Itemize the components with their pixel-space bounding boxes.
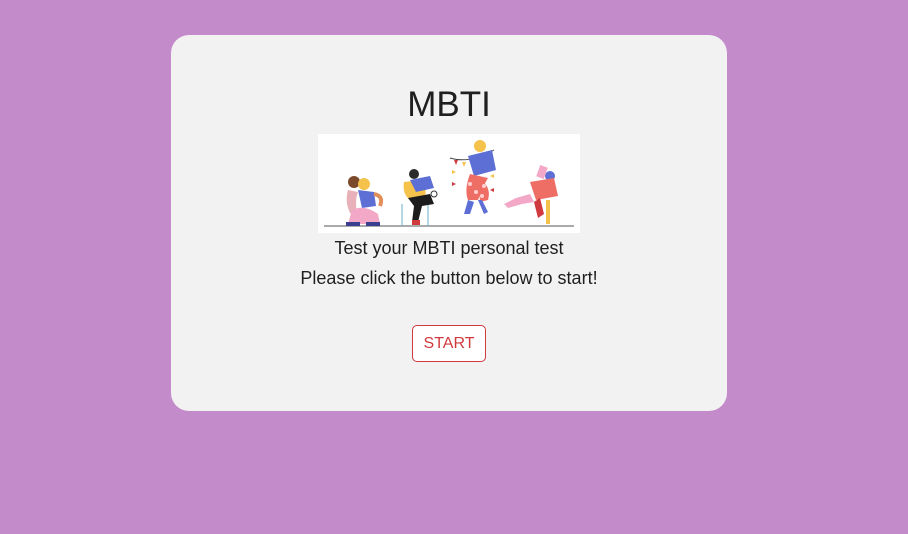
page-title: MBTI (407, 85, 491, 124)
intro-text: Test your MBTI personal test (334, 238, 564, 258)
person-sitting-pink (346, 176, 384, 226)
start-button[interactable]: START (412, 325, 486, 362)
person-dancing (464, 140, 496, 214)
person-sitting-black (403, 169, 438, 225)
instruction-text: Please click the button below to start! (300, 268, 598, 288)
intro-card: MBTI Test your MBTI personal test Please… (171, 35, 727, 411)
people-illustration (318, 134, 580, 233)
person-kicking (504, 164, 558, 224)
